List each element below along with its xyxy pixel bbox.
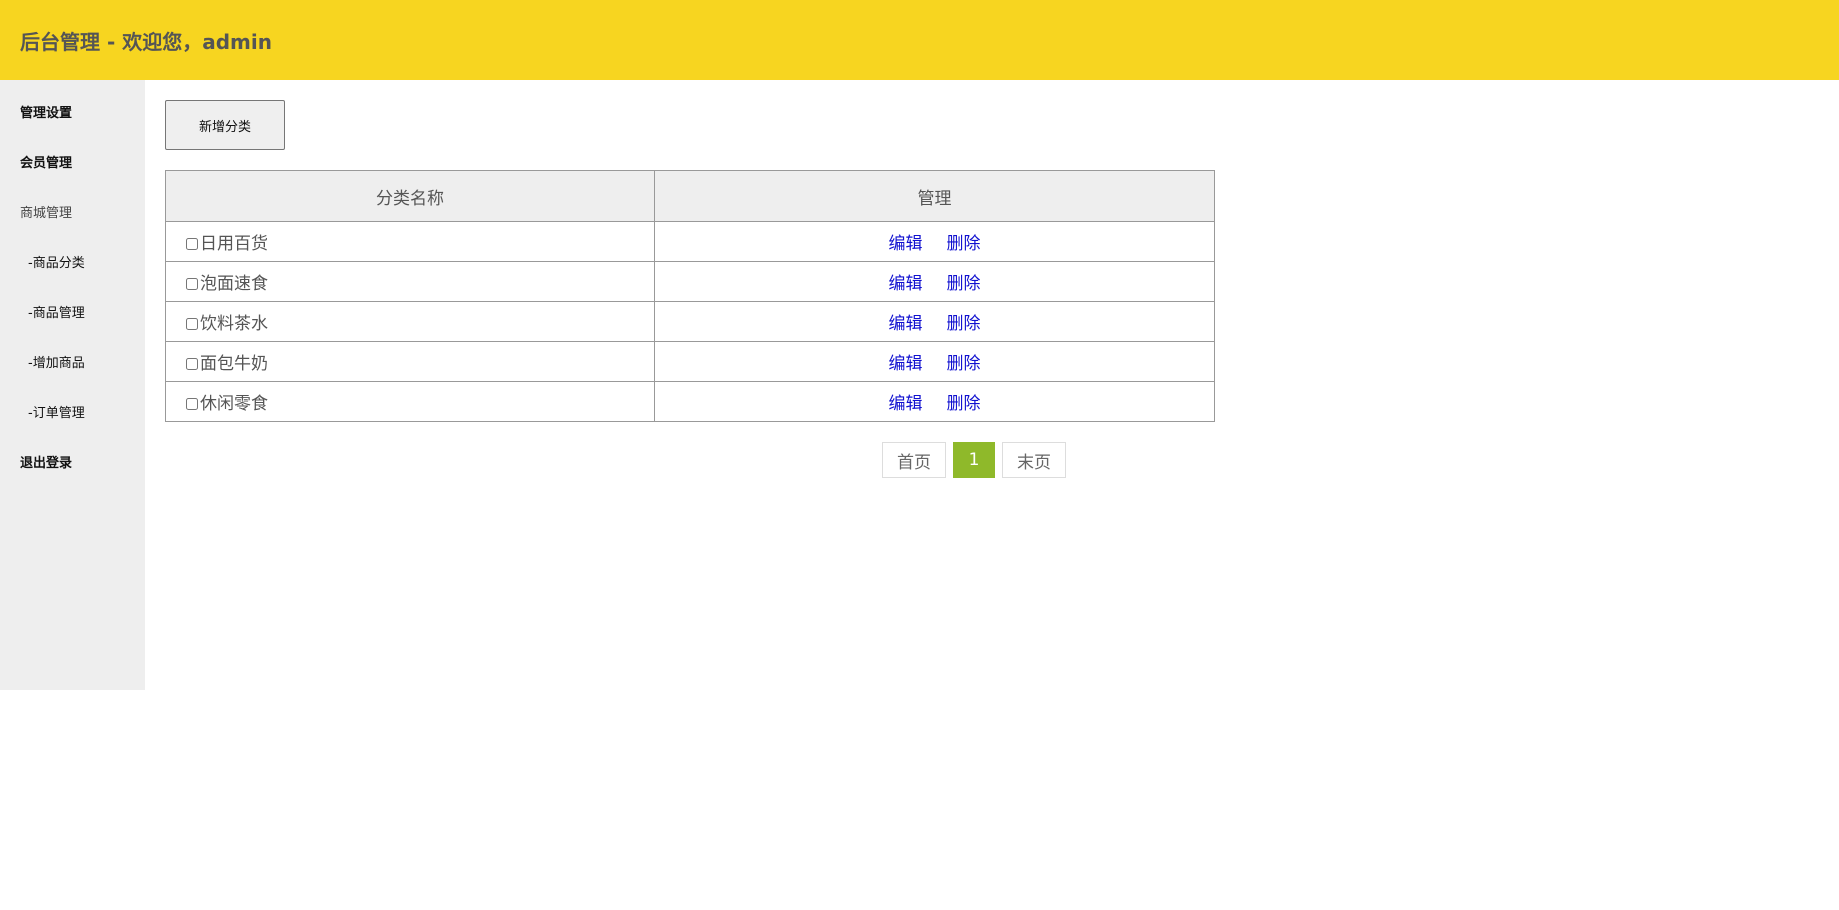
pagination: 首页 1 末页 bbox=[882, 442, 1066, 478]
table-row: 泡面速食 编辑 删除 bbox=[165, 261, 1215, 302]
category-name: 面包牛奶 bbox=[200, 354, 268, 374]
delete-link[interactable]: 删除 bbox=[947, 234, 981, 254]
sidebar-item-logout[interactable]: 退出登录 bbox=[20, 452, 72, 471]
delete-link[interactable]: 删除 bbox=[947, 354, 981, 374]
edit-link[interactable]: 编辑 bbox=[889, 354, 923, 374]
category-name-cell: 饮料茶水 bbox=[165, 301, 655, 342]
category-name-cell: 休闲零食 bbox=[165, 381, 655, 422]
add-category-button[interactable]: 新增分类 bbox=[165, 100, 285, 150]
sidebar-item-add-product[interactable]: -增加商品 bbox=[28, 352, 85, 371]
row-checkbox[interactable] bbox=[186, 358, 198, 370]
action-cell: 编辑 删除 bbox=[654, 261, 1215, 302]
row-checkbox[interactable] bbox=[186, 278, 198, 290]
delete-link[interactable]: 删除 bbox=[947, 394, 981, 414]
sidebar-item-mall-management[interactable]: 商城管理 bbox=[20, 202, 72, 221]
edit-link[interactable]: 编辑 bbox=[889, 234, 923, 254]
sidebar-item-product-category[interactable]: -商品分类 bbox=[28, 252, 85, 271]
delete-link[interactable]: 删除 bbox=[947, 314, 981, 334]
table-row: 休闲零食 编辑 删除 bbox=[165, 381, 1215, 422]
edit-link[interactable]: 编辑 bbox=[889, 274, 923, 294]
action-cell: 编辑 删除 bbox=[654, 341, 1215, 382]
category-name: 休闲零食 bbox=[200, 394, 268, 414]
table-row: 日用百货 编辑 删除 bbox=[165, 221, 1215, 262]
action-cell: 编辑 删除 bbox=[654, 381, 1215, 422]
delete-link[interactable]: 删除 bbox=[947, 274, 981, 294]
top-header: 后台管理 - 欢迎您，admin bbox=[0, 0, 1839, 80]
table-row: 面包牛奶 编辑 删除 bbox=[165, 341, 1215, 382]
category-name: 饮料茶水 bbox=[200, 314, 268, 334]
last-page-button[interactable]: 末页 bbox=[1002, 442, 1066, 478]
sidebar-item-product-management[interactable]: -商品管理 bbox=[28, 302, 85, 321]
page-title: 后台管理 - 欢迎您，admin bbox=[20, 30, 272, 54]
sidebar-item-member-management[interactable]: 会员管理 bbox=[20, 152, 72, 171]
row-checkbox[interactable] bbox=[186, 398, 198, 410]
column-header-category-name: 分类名称 bbox=[165, 170, 655, 222]
action-cell: 编辑 删除 bbox=[654, 301, 1215, 342]
category-name: 日用百货 bbox=[200, 234, 268, 254]
sidebar-item-admin-settings[interactable]: 管理设置 bbox=[20, 102, 72, 121]
category-name-cell: 面包牛奶 bbox=[165, 341, 655, 382]
current-page-button[interactable]: 1 bbox=[953, 442, 995, 478]
category-name-cell: 日用百货 bbox=[165, 221, 655, 262]
table-header-row: 分类名称 管理 bbox=[165, 170, 1215, 222]
sidebar-item-order-management[interactable]: -订单管理 bbox=[28, 402, 85, 421]
row-checkbox[interactable] bbox=[186, 238, 198, 250]
edit-link[interactable]: 编辑 bbox=[889, 314, 923, 334]
category-name: 泡面速食 bbox=[200, 274, 268, 294]
action-cell: 编辑 删除 bbox=[654, 221, 1215, 262]
first-page-button[interactable]: 首页 bbox=[882, 442, 946, 478]
table-row: 饮料茶水 编辑 删除 bbox=[165, 301, 1215, 342]
category-table: 分类名称 管理 日用百货 编辑 删除 泡面速食 编辑 删除 饮料茶水 编辑 删除 面包… bbox=[165, 170, 1215, 422]
row-checkbox[interactable] bbox=[186, 318, 198, 330]
sidebar: 管理设置 会员管理 商城管理 -商品分类 -商品管理 -增加商品 -订单管理 退… bbox=[0, 80, 145, 690]
edit-link[interactable]: 编辑 bbox=[889, 394, 923, 414]
category-name-cell: 泡面速食 bbox=[165, 261, 655, 302]
column-header-manage: 管理 bbox=[654, 170, 1215, 222]
